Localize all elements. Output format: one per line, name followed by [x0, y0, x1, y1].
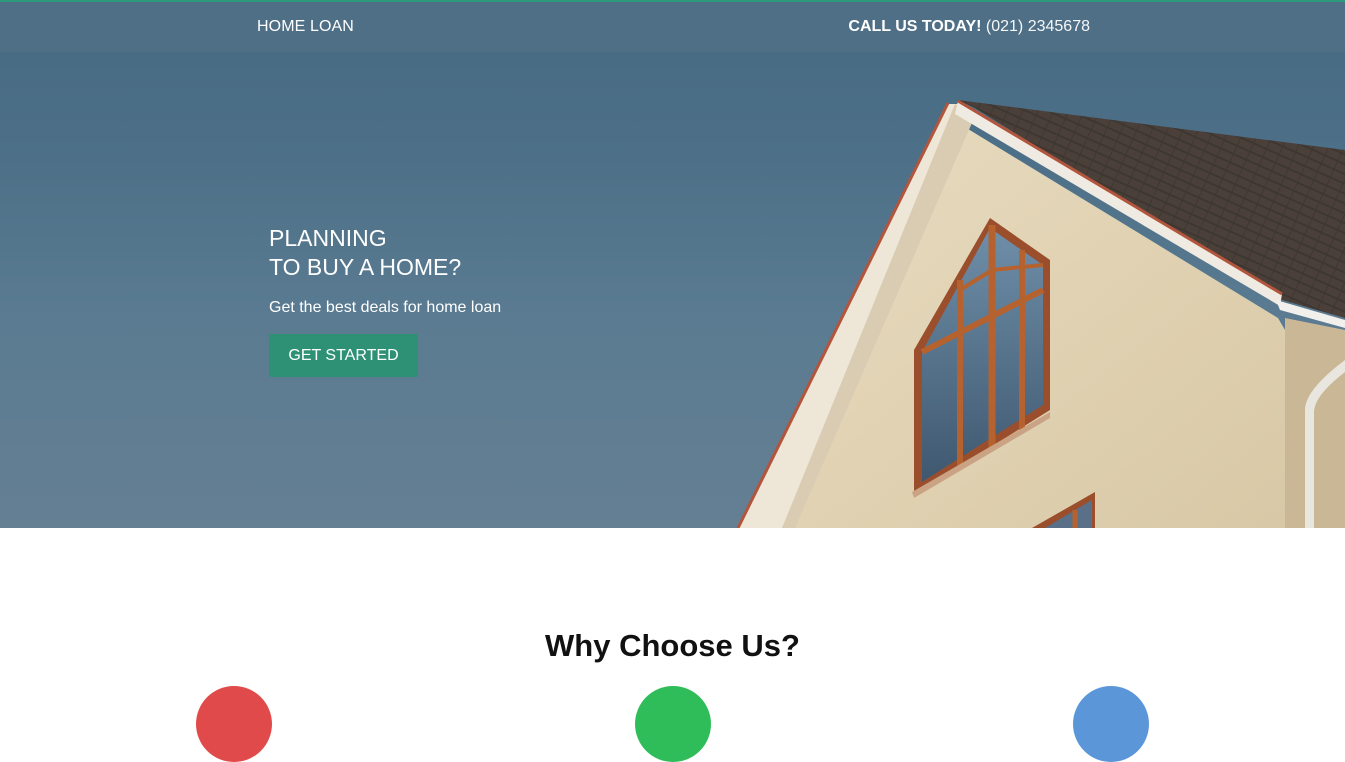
hero-headline-line-1: PLANNING [269, 225, 387, 251]
hero-section: HOME LOAN CALL US TODAY! (021) 2345678 P… [0, 0, 1345, 528]
feature-icon-green [635, 686, 711, 762]
hero-headline: PLANNING TO BUY A HOME? [269, 224, 689, 282]
phone-number[interactable]: (021) 2345678 [986, 18, 1090, 35]
top-navbar: HOME LOAN CALL US TODAY! (021) 2345678 [0, 0, 1345, 52]
call-us-contact[interactable]: CALL US TODAY! (021) 2345678 [848, 18, 1090, 36]
feature-icon-blue [1073, 686, 1149, 762]
hero-content: PLANNING TO BUY A HOME? Get the best dea… [269, 224, 689, 377]
why-choose-us-heading: Why Choose Us? [545, 628, 800, 663]
call-us-label: CALL US TODAY! [848, 18, 982, 35]
hero-headline-line-2: TO BUY A HOME? [269, 254, 462, 280]
hero-subtext: Get the best deals for home loan [269, 299, 502, 316]
feature-icon-red [196, 686, 272, 762]
brand-logo-text[interactable]: HOME LOAN [257, 18, 354, 36]
get-started-button[interactable]: GET STARTED [269, 334, 418, 377]
